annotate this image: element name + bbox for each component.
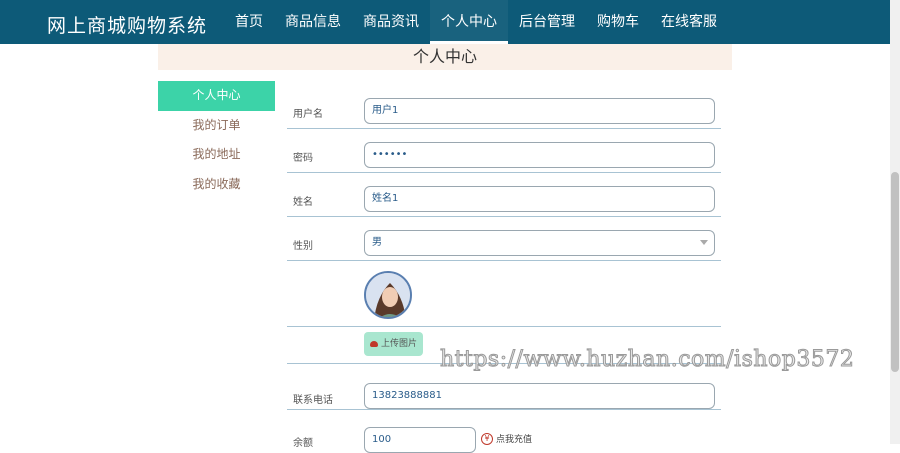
page-scrollbar[interactable] [890, 0, 900, 444]
gender-label: 性别 [293, 241, 313, 252]
main-nav: 首页 商品信息 商品资讯 个人中心 后台管理 购物车 在线客服 [224, 0, 728, 44]
phone-input[interactable]: 13823888881 [364, 383, 715, 409]
gender-select[interactable]: 男 [364, 230, 715, 256]
phone-label: 联系电话 [293, 395, 333, 406]
sidebar-item-orders[interactable]: 我的订单 [158, 111, 275, 141]
recharge-label: 点我充值 [496, 435, 533, 445]
recharge-link[interactable]: ¥ 点我充值 [481, 432, 532, 445]
nav-item-admin[interactable]: 后台管理 [508, 0, 586, 44]
nav-item-support[interactable]: 在线客服 [650, 0, 728, 44]
nav-item-products[interactable]: 商品信息 [274, 0, 352, 44]
watermark-url: https://www.huzhan.com/ishop3572 [439, 347, 855, 373]
nav-item-cart[interactable]: 购物车 [586, 0, 650, 44]
cloud-upload-icon [370, 341, 378, 347]
form-row-gender: 性别 男 [287, 217, 721, 261]
nav-item-home[interactable]: 首页 [224, 0, 274, 44]
page-title: 个人中心 [158, 44, 732, 70]
password-label: 密码 [293, 153, 313, 164]
username-label: 用户名 [293, 109, 323, 120]
chevron-down-icon [700, 240, 708, 245]
avatar-portrait-icon [366, 273, 410, 317]
yen-icon: ¥ [481, 432, 493, 445]
profile-sidebar: 个人中心 我的订单 我的地址 我的收藏 [158, 81, 275, 199]
balance-label: 余额 [293, 438, 313, 449]
username-input[interactable]: 用户1 [364, 98, 715, 124]
sidebar-item-profile[interactable]: 个人中心 [158, 81, 275, 111]
form-row-name: 姓名 姓名1 [287, 173, 721, 217]
form-row-avatar [287, 261, 721, 327]
app-title: 网上商城购物系统 [47, 15, 208, 37]
nav-item-news[interactable]: 商品资讯 [352, 0, 430, 44]
name-label: 姓名 [293, 197, 313, 208]
password-input[interactable]: •••••• [364, 142, 715, 168]
top-navigation-bar: 网上商城购物系统 首页 商品信息 商品资讯 个人中心 后台管理 购物车 在线客服 [0, 0, 890, 44]
sidebar-item-addresses[interactable]: 我的地址 [158, 140, 275, 170]
avatar [364, 271, 412, 319]
form-row-username: 用户名 用户1 [287, 87, 721, 129]
form-row-password: 密码 •••••• [287, 129, 721, 173]
balance-input[interactable]: 100 [364, 427, 476, 453]
sidebar-item-favorites[interactable]: 我的收藏 [158, 170, 275, 200]
name-input[interactable]: 姓名1 [364, 186, 715, 212]
upload-image-button[interactable]: 上传图片 [364, 332, 424, 356]
gender-selected-value: 男 [372, 237, 382, 248]
nav-item-profile[interactable]: 个人中心 [430, 0, 508, 44]
form-row-balance: 余额 100 ¥ 点我充值 [287, 410, 721, 453]
upload-button-label: 上传图片 [381, 339, 418, 349]
scrollbar-thumb[interactable] [891, 172, 899, 372]
